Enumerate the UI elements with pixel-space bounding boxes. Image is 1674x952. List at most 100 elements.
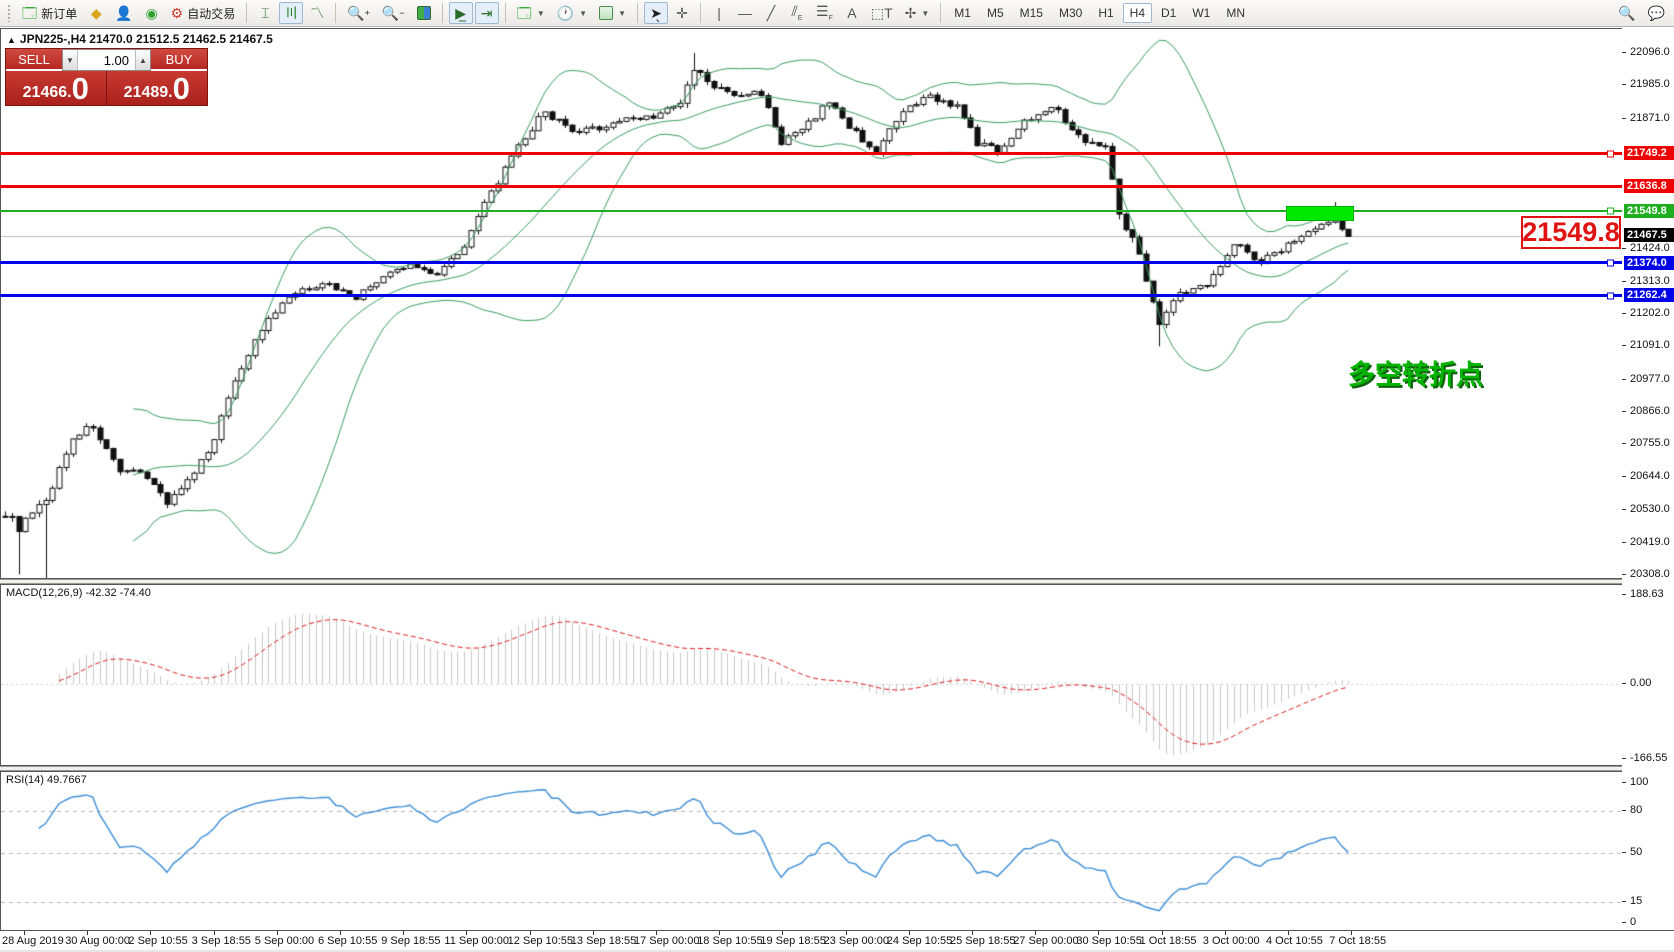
cursor-tool-button[interactable]: ➤̖ — [644, 2, 668, 24]
chat-button[interactable]: 💬 — [1643, 2, 1670, 24]
new-order-button[interactable]: 🗔 新订单 — [17, 2, 82, 24]
time-axis-label: 23 Sep 00:00 — [824, 935, 889, 947]
timeframe-mn-button[interactable]: MN — [1219, 3, 1252, 23]
search-button[interactable]: 🔍 — [1613, 2, 1640, 24]
price-tick — [1622, 758, 1626, 759]
metaeditor-icon: ◆ — [91, 6, 102, 20]
timeframe-m15-button[interactable]: M15 — [1013, 3, 1050, 23]
timeframe-w1-button[interactable]: W1 — [1185, 3, 1217, 23]
auto-scroll-button[interactable]: ▶̲ — [449, 2, 473, 24]
horizontal-line-object[interactable] — [0, 294, 1622, 297]
price-tick-label: 20977.0 — [1630, 374, 1670, 385]
toolbar-drag-handle[interactable] — [7, 4, 12, 22]
line-chart-button[interactable]: 〽 — [305, 2, 329, 24]
line-handle[interactable] — [1607, 208, 1614, 215]
price-axis[interactable]: 22096.021985.021871.021424.021313.021202… — [1622, 28, 1674, 929]
buy-price-main: 21489. — [124, 83, 173, 103]
price-tick — [1622, 281, 1626, 282]
time-tick — [909, 931, 910, 935]
price-tick — [1622, 379, 1626, 380]
fibonacci-button[interactable]: ☰F — [811, 2, 838, 24]
time-axis-label: 24 Sep 10:55 — [887, 935, 952, 947]
horizontal-line-object[interactable] — [0, 210, 1622, 212]
trendline-button[interactable]: ╱ — [759, 2, 783, 24]
price-tag: 21749.2 — [1624, 146, 1674, 160]
price-tick-label: 21202.0 — [1630, 308, 1670, 319]
green-zone-rectangle[interactable] — [1286, 206, 1354, 221]
price-tick-label: 21091.0 — [1630, 340, 1670, 351]
community-button[interactable]: 👤 — [110, 2, 137, 24]
volume-input[interactable]: 1.00 — [78, 50, 135, 70]
new-order-icon: 🗔 — [22, 6, 37, 20]
bar-chart-button[interactable]: ⌶ — [253, 2, 277, 24]
horizontal-line-object[interactable] — [0, 185, 1622, 188]
price-tag: 21636.8 — [1624, 179, 1674, 193]
signals-button[interactable]: ◉ — [140, 2, 164, 24]
profiles-dropdown[interactable]: 🕐▼ — [552, 2, 592, 24]
time-tick — [972, 931, 973, 935]
horizontal-line-object[interactable] — [0, 261, 1622, 264]
one-click-trade-panel: SELL ▼ 1.00 ▲ BUY 21466.0 21489.0 — [5, 48, 208, 106]
horizontal-line-object[interactable] — [0, 152, 1622, 155]
chart-shift-button[interactable]: ⇥ — [475, 2, 499, 24]
main-chart-canvas[interactable] — [1, 29, 1621, 578]
timeframe-d1-button[interactable]: D1 — [1154, 3, 1183, 23]
crosshair-tool-button[interactable]: ✛ — [670, 2, 694, 24]
price-tick-label: 15 — [1630, 896, 1642, 907]
volume-increase-button[interactable]: ▲ — [135, 50, 150, 70]
symbol-triangle-icon: ▲ — [7, 35, 16, 45]
line-handle[interactable] — [1607, 150, 1614, 157]
timeframe-h1-button[interactable]: H1 — [1091, 3, 1120, 23]
volume-decrease-button[interactable]: ▼ — [63, 50, 78, 70]
time-axis[interactable]: 28 Aug 201930 Aug 00:002 Sep 10:553 Sep … — [0, 930, 1674, 950]
candlestick-chart-button[interactable]: 〣 — [279, 2, 303, 24]
sell-button[interactable]: SELL — [6, 49, 62, 71]
arrows-dropdown[interactable]: ✢▼ — [900, 2, 935, 24]
time-axis-label: 1 Oct 18:55 — [1140, 935, 1197, 947]
zoom-in-button[interactable]: 🔍+ — [342, 2, 375, 24]
trendline-icon: ╱ — [767, 6, 775, 20]
time-tick — [403, 931, 404, 935]
timeframe-m1-button[interactable]: M1 — [947, 3, 978, 23]
price-tick-label: 20419.0 — [1630, 537, 1670, 548]
zoom-in-icon: 🔍 — [347, 6, 364, 20]
crosshair-icon: ✛ — [676, 6, 688, 20]
macd-panel: MACD(12,26,9) -42.32 -74.40 — [0, 584, 1622, 766]
timeframe-m5-button[interactable]: M5 — [980, 3, 1011, 23]
price-tick-label: 22096.0 — [1630, 47, 1670, 58]
time-tick — [719, 931, 720, 935]
line-handle[interactable] — [1607, 259, 1614, 266]
rsi-canvas[interactable] — [1, 772, 1621, 931]
price-tag: 21549.8 — [1624, 204, 1674, 218]
zoom-out-button[interactable]: 🔍− — [377, 2, 410, 24]
timeframe-h4-button[interactable]: H4 — [1123, 3, 1152, 23]
sell-price[interactable]: 21466.0 — [6, 71, 107, 105]
big-price-annotation[interactable]: 21549.8 — [1521, 216, 1621, 249]
text-tool-button[interactable]: A — [840, 2, 864, 24]
time-tick — [1098, 931, 1099, 935]
indicators-dropdown[interactable]: ▼ — [594, 2, 631, 24]
autotrading-button[interactable]: ⚙ 自动交易 — [166, 2, 241, 24]
buy-price[interactable]: 21489.0 — [107, 71, 208, 105]
macd-canvas[interactable] — [1, 585, 1621, 765]
buy-button[interactable]: BUY — [151, 49, 207, 71]
new-chart-dropdown[interactable]: 🗔▼ — [512, 2, 550, 24]
chevron-down-icon: ▼ — [921, 9, 929, 18]
turning-point-annotation[interactable]: 多空转折点 — [1348, 353, 1483, 392]
price-tick — [1622, 476, 1626, 477]
fibonacci-icon: ☰F — [816, 4, 833, 22]
mt4-application: 🗔 新订单 ◆ 👤 ◉ ⚙ 自动交易 ⌶ 〣 〽 🔍+ 🔍− ▶̲ ⇥ 🗔▼ — [0, 0, 1674, 952]
clock-icon: 🕐 — [557, 6, 574, 20]
metaeditor-button[interactable]: ◆ — [84, 2, 108, 24]
line-chart-icon: 〽 — [310, 6, 324, 20]
buy-price-big-digit: 0 — [173, 75, 190, 103]
text-label-button[interactable]: ⬚T — [866, 2, 898, 24]
horizontal-line-button[interactable]: — — [733, 2, 757, 24]
channel-button[interactable]: ⫽E — [785, 2, 809, 24]
timeframe-m30-button[interactable]: M30 — [1052, 3, 1089, 23]
time-tick — [530, 931, 531, 935]
vertical-line-button[interactable]: | — [707, 2, 731, 24]
tile-windows-button[interactable] — [412, 2, 436, 24]
chevron-down-icon: ▼ — [618, 9, 626, 18]
line-handle[interactable] — [1607, 292, 1614, 299]
